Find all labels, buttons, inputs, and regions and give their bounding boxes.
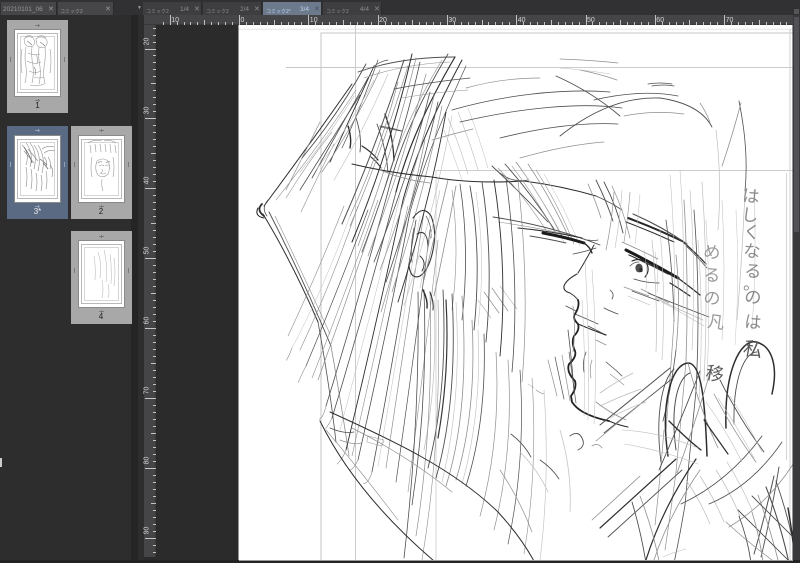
svg-text:凡: 凡: [706, 312, 725, 333]
svg-text:移: 移: [704, 363, 725, 386]
svg-text:の: の: [744, 287, 763, 308]
svg-text:は: は: [744, 312, 763, 333]
svg-text:る: る: [702, 265, 721, 286]
svg-text:め: め: [702, 242, 721, 263]
svg-text:な: な: [743, 241, 762, 262]
svg-text:の: の: [702, 288, 721, 309]
svg-text:は: は: [742, 186, 761, 207]
svg-text:く: く: [743, 222, 762, 243]
svg-text:私: 私: [742, 338, 765, 363]
